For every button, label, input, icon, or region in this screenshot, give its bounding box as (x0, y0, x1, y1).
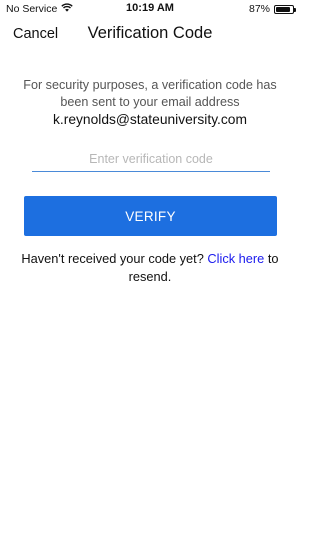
security-message: For security purposes, a verification co… (23, 78, 277, 109)
status-right: 87% (248, 3, 296, 15)
battery-icon (274, 4, 296, 14)
resend-message: Haven't received your code yet? Click he… (14, 250, 286, 286)
resend-prefix: Haven't received your code yet? (21, 251, 204, 266)
status-bar: No Service 10:19 AM 87% (0, 0, 300, 18)
verify-button[interactable]: VERIFY (24, 196, 277, 236)
battery-level-fill (276, 6, 290, 12)
battery-percent: 87% (248, 3, 270, 15)
resend-link[interactable]: Click here (207, 251, 264, 266)
page-title: Verification Code (87, 24, 213, 42)
email-address: k.reynolds@stateuniversity.com (53, 112, 247, 127)
navigation-bar: Cancel Verification Code (0, 20, 300, 48)
verification-code-input[interactable] (32, 146, 270, 172)
